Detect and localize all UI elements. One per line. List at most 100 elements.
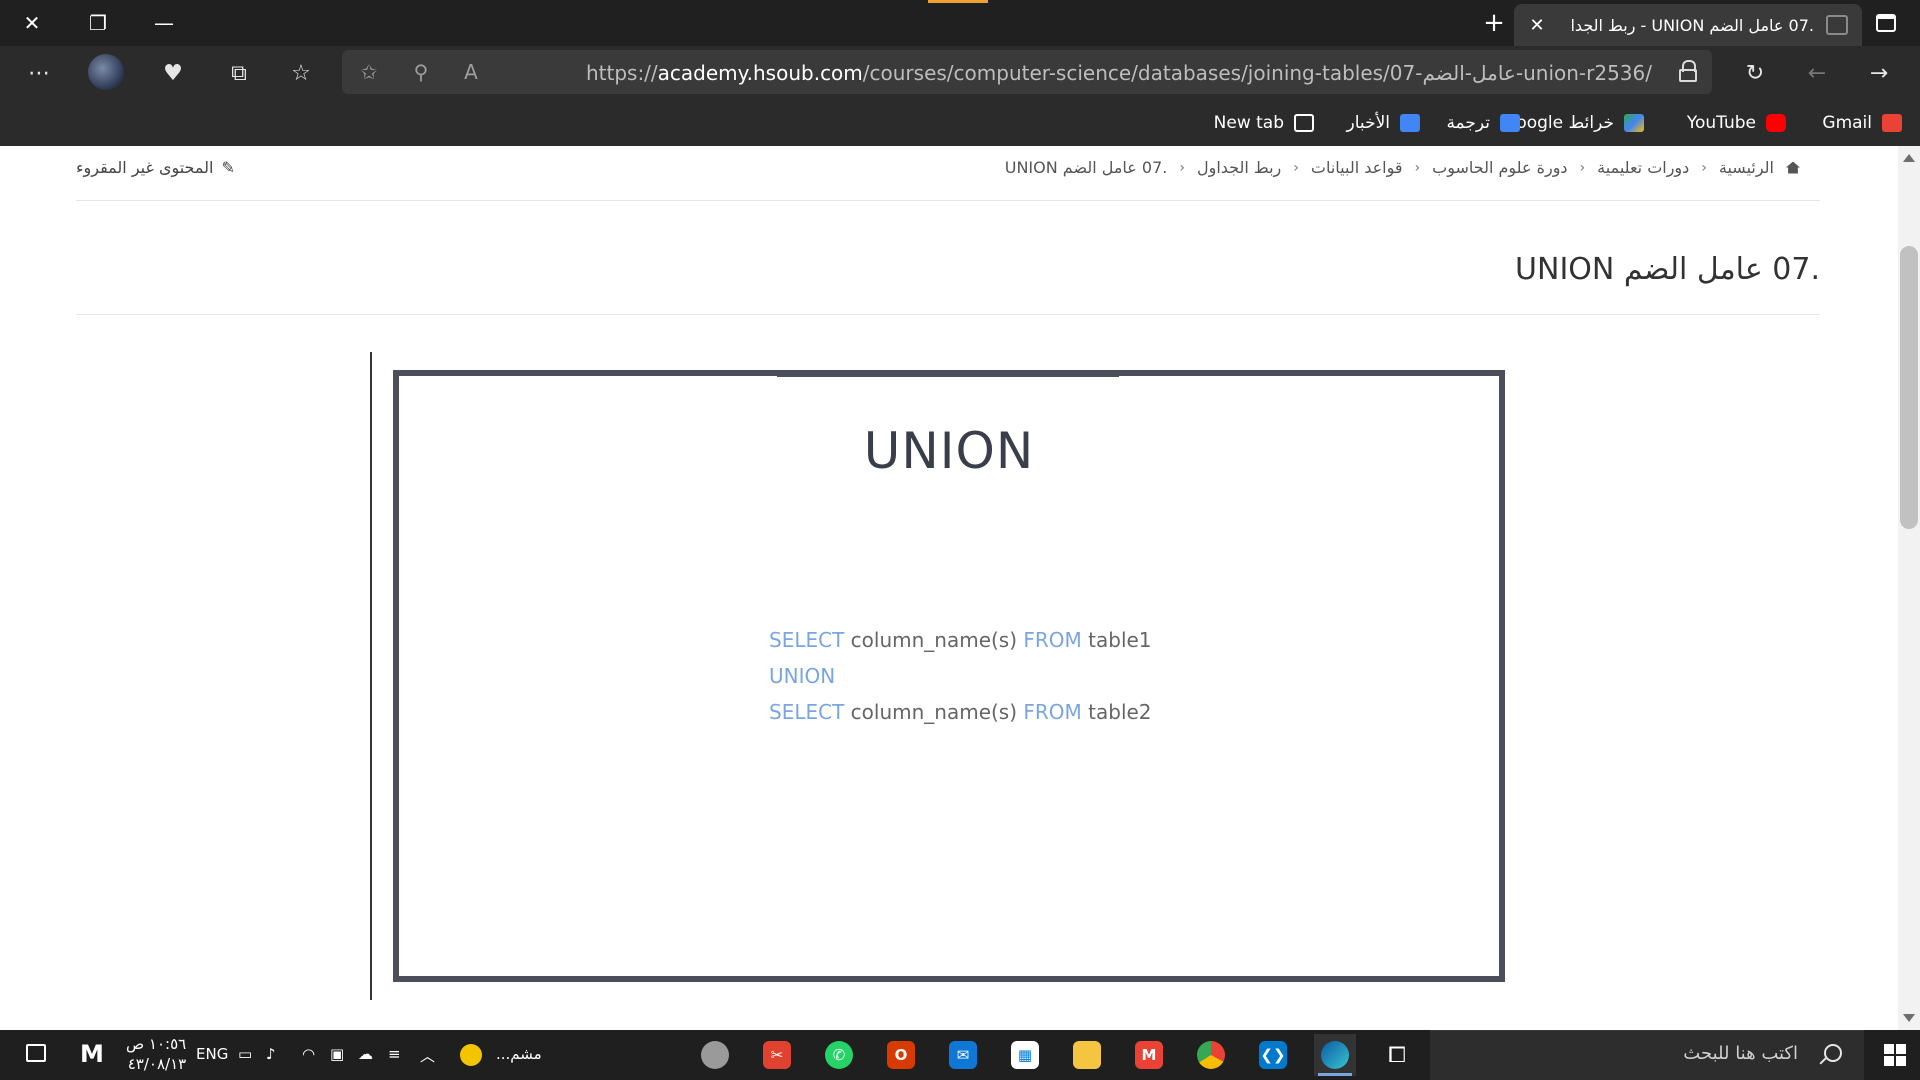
media-app-icon[interactable]: M <box>80 1040 104 1068</box>
collections-icon[interactable]: ⧉ <box>222 56 256 90</box>
taskbar-mail-icon[interactable]: ✉ <box>942 1034 984 1076</box>
window-close-icon[interactable]: ✕ <box>0 0 64 46</box>
display-icon[interactable]: ▣ <box>330 1045 344 1063</box>
bookmark-youtube[interactable]: YouTube <box>1687 110 1786 136</box>
bookmark-translate[interactable]: ترجمة <box>1446 110 1520 136</box>
page-title: .07 عامل الضم UNION <box>1515 252 1820 287</box>
task-view-icon[interactable]: ⧠ <box>1376 1034 1418 1076</box>
volume-icon[interactable]: ♪ <box>266 1045 276 1063</box>
breadcrumb-separator-icon: ‹ <box>1293 159 1299 176</box>
back-icon[interactable]: ← <box>1800 56 1834 90</box>
taskbar-file-explorer-icon[interactable] <box>1066 1034 1108 1076</box>
window-restore-icon[interactable]: ❐ <box>66 0 130 46</box>
cloud-icon[interactable]: ☁ <box>358 1045 373 1063</box>
notification-icon[interactable] <box>26 1044 46 1062</box>
code-line: SELECT column_name(s) FROM table2 <box>769 694 1152 730</box>
tab-actions-icon[interactable] <box>1870 8 1902 38</box>
window-minimize-icon[interactable]: — <box>132 0 196 46</box>
taskbar-office-icon[interactable]: O <box>880 1034 922 1076</box>
breadcrumb-courses[interactable]: دورات تعليمية <box>1597 158 1689 177</box>
bookmark-label: YouTube <box>1686 113 1756 133</box>
url-text[interactable]: https://academy.hsoub.com/courses/comput… <box>586 61 1652 85</box>
translate-icon <box>1500 114 1520 132</box>
language-indicator[interactable]: ENG <box>196 1045 228 1063</box>
favorites-icon[interactable]: ☆ <box>284 56 318 90</box>
breadcrumb-joining-tables[interactable]: ربط الجداول <box>1197 158 1281 177</box>
taskbar-database-app[interactable] <box>694 1034 736 1076</box>
scroll-down-icon[interactable] <box>1903 1014 1915 1022</box>
taskbar-whatsapp-icon[interactable]: ✆ <box>818 1034 860 1076</box>
windows-logo-icon <box>1884 1044 1906 1066</box>
start-button[interactable] <box>1870 1030 1920 1080</box>
breadcrumb-cs-course[interactable]: دورة علوم الحاسوب <box>1432 158 1567 177</box>
page-scrollbar[interactable] <box>1898 146 1920 1030</box>
video-progress-bar[interactable] <box>777 372 1119 377</box>
bookmark-gmail[interactable]: Gmail <box>1822 110 1902 136</box>
breadcrumb-current[interactable]: .07 عامل الضم UNION <box>1005 158 1168 177</box>
sql-keyword: SELECT <box>769 628 845 652</box>
active-tab[interactable]: .07 عامل الضم UNION - ربط الجدا ✕ <box>1514 4 1862 46</box>
wifi-icon[interactable]: ◠ <box>302 1045 315 1063</box>
video-player[interactable]: UNION SELECT column_name(s) FROM table1 … <box>393 370 1505 982</box>
breadcrumb-databases[interactable]: قواعد البيانات <box>1311 158 1403 177</box>
bookmark-news[interactable]: الأخبار <box>1347 110 1420 136</box>
clock-time: ١٠:٥٦ ص <box>126 1035 187 1053</box>
newtab-icon <box>1294 114 1314 132</box>
url-path: /courses/computer-science/databases/join… <box>862 61 1652 85</box>
breadcrumb-home[interactable]: الرئيسية <box>1719 158 1774 177</box>
url-domain: academy.hsoub.com <box>657 61 863 85</box>
taskbar-gmail-icon[interactable]: M <box>1128 1034 1170 1076</box>
settings-sliders-icon[interactable]: ≡ <box>388 1045 401 1063</box>
taskbar-snipping-icon[interactable]: ✂ <box>756 1034 798 1076</box>
divider <box>76 314 1820 315</box>
home-icon <box>1786 161 1800 174</box>
add-favorite-icon[interactable]: ✩ <box>352 58 386 86</box>
sql-text: column_name(s) <box>844 700 1024 724</box>
new-tab-button[interactable]: + <box>1472 6 1516 40</box>
scroll-up-icon[interactable] <box>1903 154 1915 162</box>
breadcrumb: الرئيسية ‹ دورات تعليمية ‹ دورة علوم الح… <box>1005 158 1800 177</box>
unread-content-link[interactable]: ✎ المحتوى غير المقروء <box>76 158 235 177</box>
taskbar-search[interactable]: اكتب هنا للبحث <box>1430 1030 1864 1080</box>
tab-favicon-icon <box>1826 15 1848 35</box>
taskbar-vscode-icon[interactable]: ❮❯ <box>1252 1034 1294 1076</box>
read-aloud-icon[interactable]: A <box>454 58 488 86</box>
forward-icon[interactable]: → <box>1862 56 1896 90</box>
youtube-icon <box>1766 114 1786 132</box>
refresh-icon[interactable]: ↻ <box>1738 56 1772 90</box>
zoom-icon[interactable]: ⚲ <box>404 58 438 86</box>
profile-avatar[interactable] <box>88 54 124 90</box>
gmail-icon <box>1882 114 1902 132</box>
tab-close-icon[interactable]: ✕ <box>1526 14 1548 36</box>
bookmark-newtab[interactable]: New tab <box>1214 110 1314 136</box>
taskbar-store-icon[interactable]: ▦ <box>1004 1034 1046 1076</box>
url-scheme: https:// <box>585 61 658 85</box>
sql-code-block: SELECT column_name(s) FROM table1 UNION … <box>769 622 1152 730</box>
weather-icon[interactable] <box>460 1044 482 1066</box>
battery-icon[interactable]: ▭ <box>238 1045 252 1063</box>
bookmark-label: ترجمة <box>1446 113 1490 133</box>
tab-accent <box>928 0 988 3</box>
bookmark-label: New tab <box>1213 113 1284 133</box>
taskbar-edge-icon[interactable] <box>1314 1034 1356 1076</box>
performance-icon[interactable]: ♥ <box>156 56 190 90</box>
more-options-icon[interactable]: ⋯ <box>22 56 56 90</box>
sql-text: table1 <box>1081 628 1152 652</box>
weather-text[interactable]: مشم... <box>496 1045 542 1063</box>
pencil-icon: ✎ <box>221 158 235 177</box>
bookmark-maps[interactable]: خرائط Google <box>1503 110 1644 136</box>
sql-text: table2 <box>1081 700 1152 724</box>
page-content: الرئيسية ‹ دورات تعليمية ‹ دورة علوم الح… <box>0 146 1900 1030</box>
sql-keyword: SELECT <box>769 700 845 724</box>
video-border <box>370 352 372 1000</box>
scrollbar-thumb[interactable] <box>1900 246 1918 529</box>
lock-icon[interactable] <box>1678 60 1698 84</box>
bookmark-label: Gmail <box>1822 113 1872 133</box>
tray-expand-icon[interactable]: ︿ <box>420 1045 435 1066</box>
system-clock[interactable]: ١٠:٥٦ ص ٤٣/٠٨/١٣ <box>126 1034 186 1074</box>
unread-content-label: المحتوى غير المقروء <box>76 158 214 177</box>
code-line: UNION <box>769 658 1152 694</box>
bookmark-label: الأخبار <box>1346 113 1390 133</box>
taskbar-chrome-icon[interactable] <box>1190 1034 1232 1076</box>
address-bar[interactable]: ✩ ⚲ A https://academy.hsoub.com/courses/… <box>342 50 1712 94</box>
